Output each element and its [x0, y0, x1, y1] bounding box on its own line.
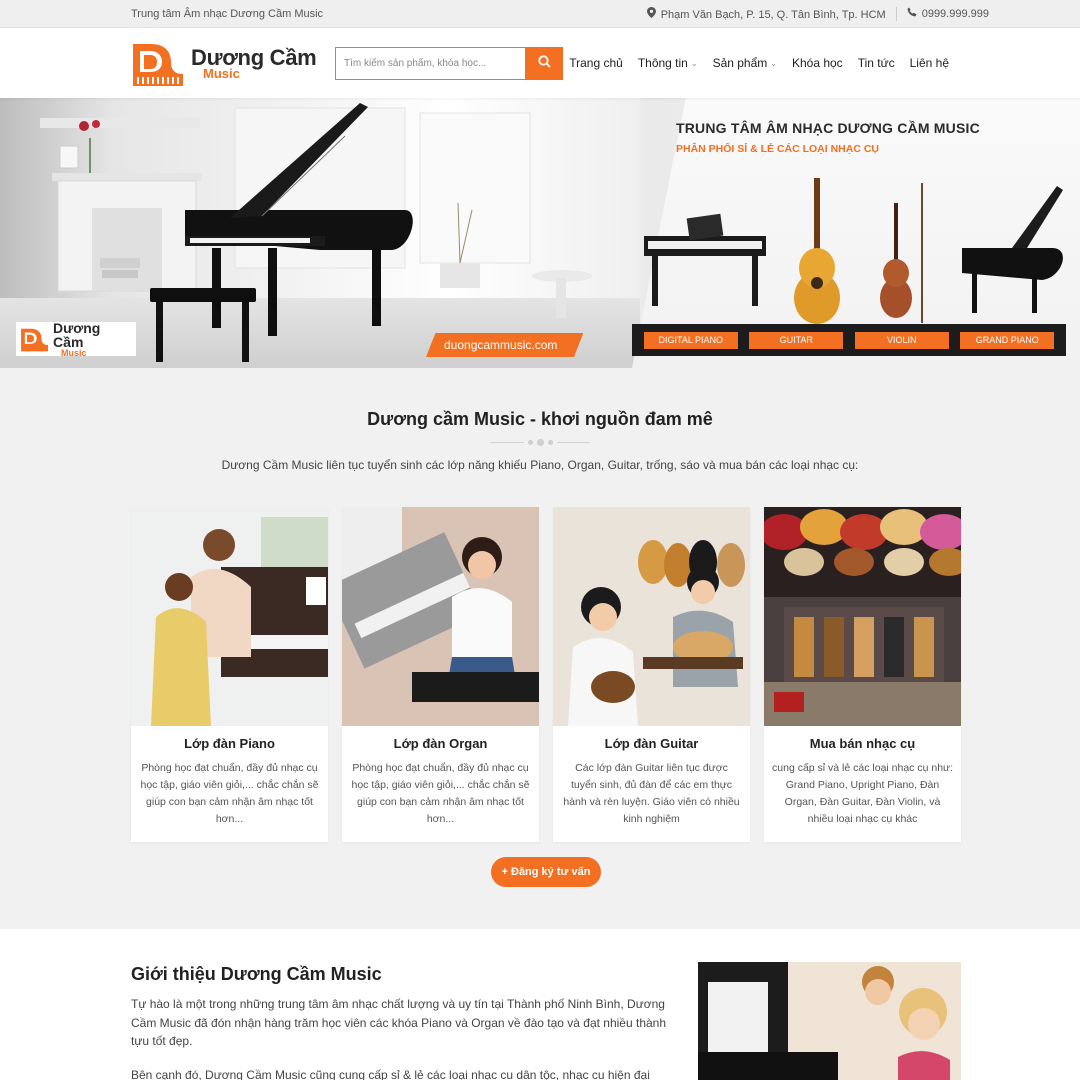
nav-label: Khóa học [791, 56, 843, 70]
phone-icon [907, 7, 917, 20]
nav-item-products[interactable]: Sản phẩm ⌄ [713, 56, 777, 70]
nav-label: Sản phẩm [712, 56, 768, 70]
nav-label: Trang chủ [569, 56, 623, 70]
about-title: Giới thiệu Dương Cầm Music [131, 964, 382, 984]
top-bar-title: Trung tâm Âm nhạc Dương Cầm Music [131, 7, 324, 20]
hero-title: TRUNG TÂM ÂM NHẠC DƯƠNG CẦM MUSIC [676, 120, 980, 136]
piano-logo-icon [131, 38, 185, 88]
course-cards: Lớp đàn Piano Phòng học đạt chuẩn, đầy đ… [0, 507, 1080, 842]
about-paragraph-1: Tự hào là một trong những trung tâm âm n… [131, 997, 667, 1048]
about-paragraph-2: Bên cạnh đó, Dương Cầm Music cũng cung c… [131, 1068, 650, 1080]
divider [895, 6, 897, 21]
nav-label: Thông tin [637, 56, 688, 70]
card-title: Mua bán nhạc cụ [809, 736, 916, 751]
register-consult-button[interactable]: + Đăng ký tư vấn [491, 857, 601, 887]
card-title: Lớp đàn Organ [393, 736, 488, 751]
guitar-class-image [553, 507, 750, 726]
search-form [335, 46, 563, 80]
hero-subtitle: PHÂN PHỐI SỈ & LẺ CÁC LOẠI NHẠC CỤ [676, 143, 880, 155]
nav-item-info[interactable]: Thông tin ⌄ [638, 56, 698, 70]
tag-grand-piano[interactable]: GRAND PIANO [960, 331, 1055, 349]
card-text: Phòng học đạt chuẩn, đầy đủ nhạc cụ học … [140, 762, 319, 825]
search-icon [537, 55, 551, 71]
tag-guitar[interactable]: GUITAR [749, 331, 844, 349]
nav-label: Liên hệ [909, 56, 949, 70]
section-description: Dương Cầm Music liên tục tuyển sinh các … [221, 458, 859, 472]
nav-item-news[interactable]: Tin tức [858, 56, 895, 70]
nav-item-contact[interactable]: Liên hệ [910, 56, 949, 70]
hero-logo-badge: Dương Cầm Music [16, 321, 136, 358]
card-organ-class[interactable]: Lớp đàn Organ Phòng học đạt chuẩn, đầy đ… [342, 507, 539, 842]
hero-logo-line-1: Dương Cầm [53, 319, 101, 350]
main-nav: Trang chủ Thông tin ⌄ Sản phẩm ⌄ Khóa học … [569, 56, 949, 70]
site-logo[interactable]: Dương Cầm Music [131, 38, 319, 88]
card-instrument-shop[interactable]: Mua bán nhạc cụ cung cấp sỉ và lẻ các lo… [764, 507, 961, 842]
card-piano-class[interactable]: Lớp đàn Piano Phòng học đạt chuẩn, đầy đ… [131, 507, 328, 842]
address-link[interactable]: Phạm Văn Bạch, P. 15, Q. Tân Bình, Tp. H… [646, 6, 886, 21]
card-text: Các lớp đàn Guitar liên tục được tuyển s… [563, 762, 740, 825]
section-title: Dương cầm Music - khơi nguồn đam mê [367, 409, 713, 429]
piano-class-image [131, 507, 328, 726]
tag-digital-piano[interactable]: DIGITAL PIANO [643, 331, 738, 349]
site-header: Dương Cầm Music Trang chủ Thông tin⌄ Sản… [0, 28, 1080, 98]
address-text: Phạm Văn Bạch, P. 15, Q. Tân Bình, Tp. H… [660, 8, 886, 21]
about-section: Giới thiệu Dương Cầm Music Tự hào là một… [0, 929, 1080, 1080]
chevron-down-icon: ⌄ [770, 58, 777, 68]
instrument-shop-image [764, 507, 961, 726]
piano-logo-icon [21, 328, 48, 352]
hero-website-url: duongcammusic.com [426, 333, 584, 357]
hero-category-tags: DIGITAL PIANO GUITAR VIOLIN GRAND PIANO [632, 324, 1066, 356]
hero-logo-text: Dương Cầm Music [53, 321, 132, 358]
nav-item-home[interactable]: Trang chủ [569, 56, 623, 70]
chevron-down-icon: ⌄ [690, 58, 698, 68]
nav-item-courses[interactable]: Khóa học [792, 56, 843, 70]
map-pin-icon [646, 6, 656, 21]
card-text: cung cấp sỉ và lẻ các loại nhạc cụ như: … [772, 762, 953, 825]
card-guitar-class[interactable]: Lớp đàn Guitar Các lớp đàn Guitar liên t… [553, 507, 750, 842]
search-button[interactable] [525, 46, 563, 80]
title-divider [490, 439, 590, 446]
card-title: Lớp đàn Piano [184, 736, 275, 751]
phone-text: 0999.999.999 [921, 8, 989, 20]
courses-section: Dương cầm Music - khơi nguồn đam mê Dươn… [0, 368, 1080, 929]
nav-label: Tin tức [857, 56, 895, 70]
search-input[interactable] [335, 46, 525, 80]
about-image [698, 962, 961, 1080]
phone-link[interactable]: 0999.999.999 [907, 7, 989, 20]
card-title: Lớp đàn Guitar [604, 736, 699, 751]
top-bar-contact: Phạm Văn Bạch, P. 15, Q. Tân Bình, Tp. H… [646, 6, 989, 21]
top-bar: Trung tâm Âm nhạc Dương Cầm Music Phạm V… [0, 0, 1080, 28]
organ-class-image [342, 507, 539, 726]
tag-violin[interactable]: VIOLIN [854, 331, 949, 349]
logo-text: Dương Cầm Music [191, 46, 317, 80]
hero-logo-line-2: Music [61, 347, 87, 358]
card-text: Phòng học đạt chuẩn, đầy đủ nhạc cụ học … [351, 762, 530, 825]
hero-banner[interactable]: TRUNG TÂM ÂM NHẠC DƯƠNG CẦM MUSIC PHÂN P… [0, 98, 1080, 368]
